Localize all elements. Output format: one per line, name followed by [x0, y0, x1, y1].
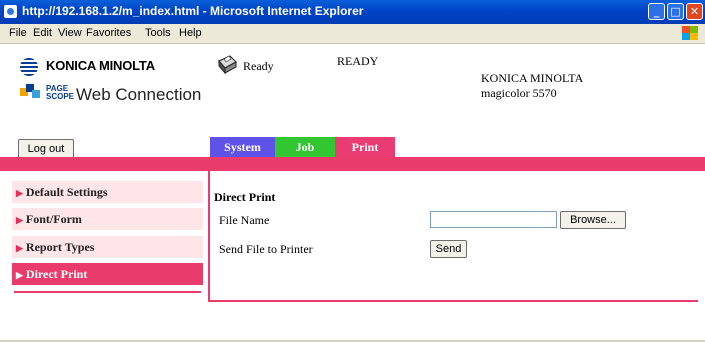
content-bottom-border [208, 300, 698, 302]
windows-flag-icon [682, 26, 698, 40]
tab-job[interactable]: Job [275, 137, 335, 157]
close-button[interactable]: ✕ [686, 3, 703, 20]
section-title: Direct Print [214, 190, 276, 204]
arrow-right-icon: ▶ [16, 243, 23, 253]
minimize-button[interactable]: _ [648, 3, 665, 20]
maximize-button[interactable]: □ [667, 3, 684, 20]
sidebar-divider [14, 291, 201, 293]
pagescope-icon [20, 84, 42, 102]
ie-icon [4, 5, 17, 18]
menu-view[interactable]: View [58, 27, 82, 39]
printer-state-label: Ready [243, 59, 274, 73]
brand-name: KONICA MINOLTA [481, 71, 584, 85]
tab-system[interactable]: System [210, 137, 275, 157]
arrow-right-icon: ▶ [16, 270, 23, 280]
arrow-right-icon: ▶ [16, 188, 23, 198]
tab-print[interactable]: Print [335, 137, 395, 157]
file-name-input[interactable] [430, 211, 557, 228]
window-titlebar: http://192.168.1.2/m_index.html - Micros… [0, 0, 705, 24]
konica-minolta-globe-icon [20, 58, 38, 76]
sidebar-item-report-types[interactable]: ▶ Report Types [12, 236, 203, 258]
file-name-label: File Name [219, 213, 270, 227]
menu-favorites[interactable]: Favorites [86, 27, 131, 39]
sidebar-item-font-form[interactable]: ▶ Font/Form [12, 208, 203, 230]
logo-text: KONICA MINOLTA [46, 58, 155, 73]
menu-edit[interactable]: Edit [33, 27, 52, 39]
pagescope-label: PAGE SCOPE [46, 84, 75, 101]
web-connection-title: Web Connection [76, 85, 202, 104]
printer-status: READY [337, 54, 379, 68]
device-info: KONICA MINOLTA magicolor 5570 [481, 71, 583, 101]
content-left-border [208, 171, 210, 300]
window-title: http://192.168.1.2/m_index.html - Micros… [22, 4, 364, 18]
printer-icon [218, 55, 237, 75]
menu-bar: File Edit View Favorites Tools Help [0, 24, 705, 44]
sidebar-item-default-settings[interactable]: ▶ Default Settings [12, 181, 203, 203]
header-divider [0, 157, 705, 171]
send-file-label: Send File to Printer [219, 242, 313, 256]
menu-help[interactable]: Help [179, 27, 202, 39]
send-button[interactable]: Send [430, 240, 467, 258]
model-name: magicolor 5570 [481, 86, 557, 100]
menu-tools[interactable]: Tools [145, 27, 171, 39]
sidebar-item-direct-print[interactable]: ▶ Direct Print [12, 263, 203, 285]
arrow-right-icon: ▶ [16, 215, 23, 225]
browse-button[interactable]: Browse... [560, 211, 626, 229]
logout-button[interactable]: Log out [18, 139, 74, 158]
menu-file[interactable]: File [9, 27, 27, 39]
